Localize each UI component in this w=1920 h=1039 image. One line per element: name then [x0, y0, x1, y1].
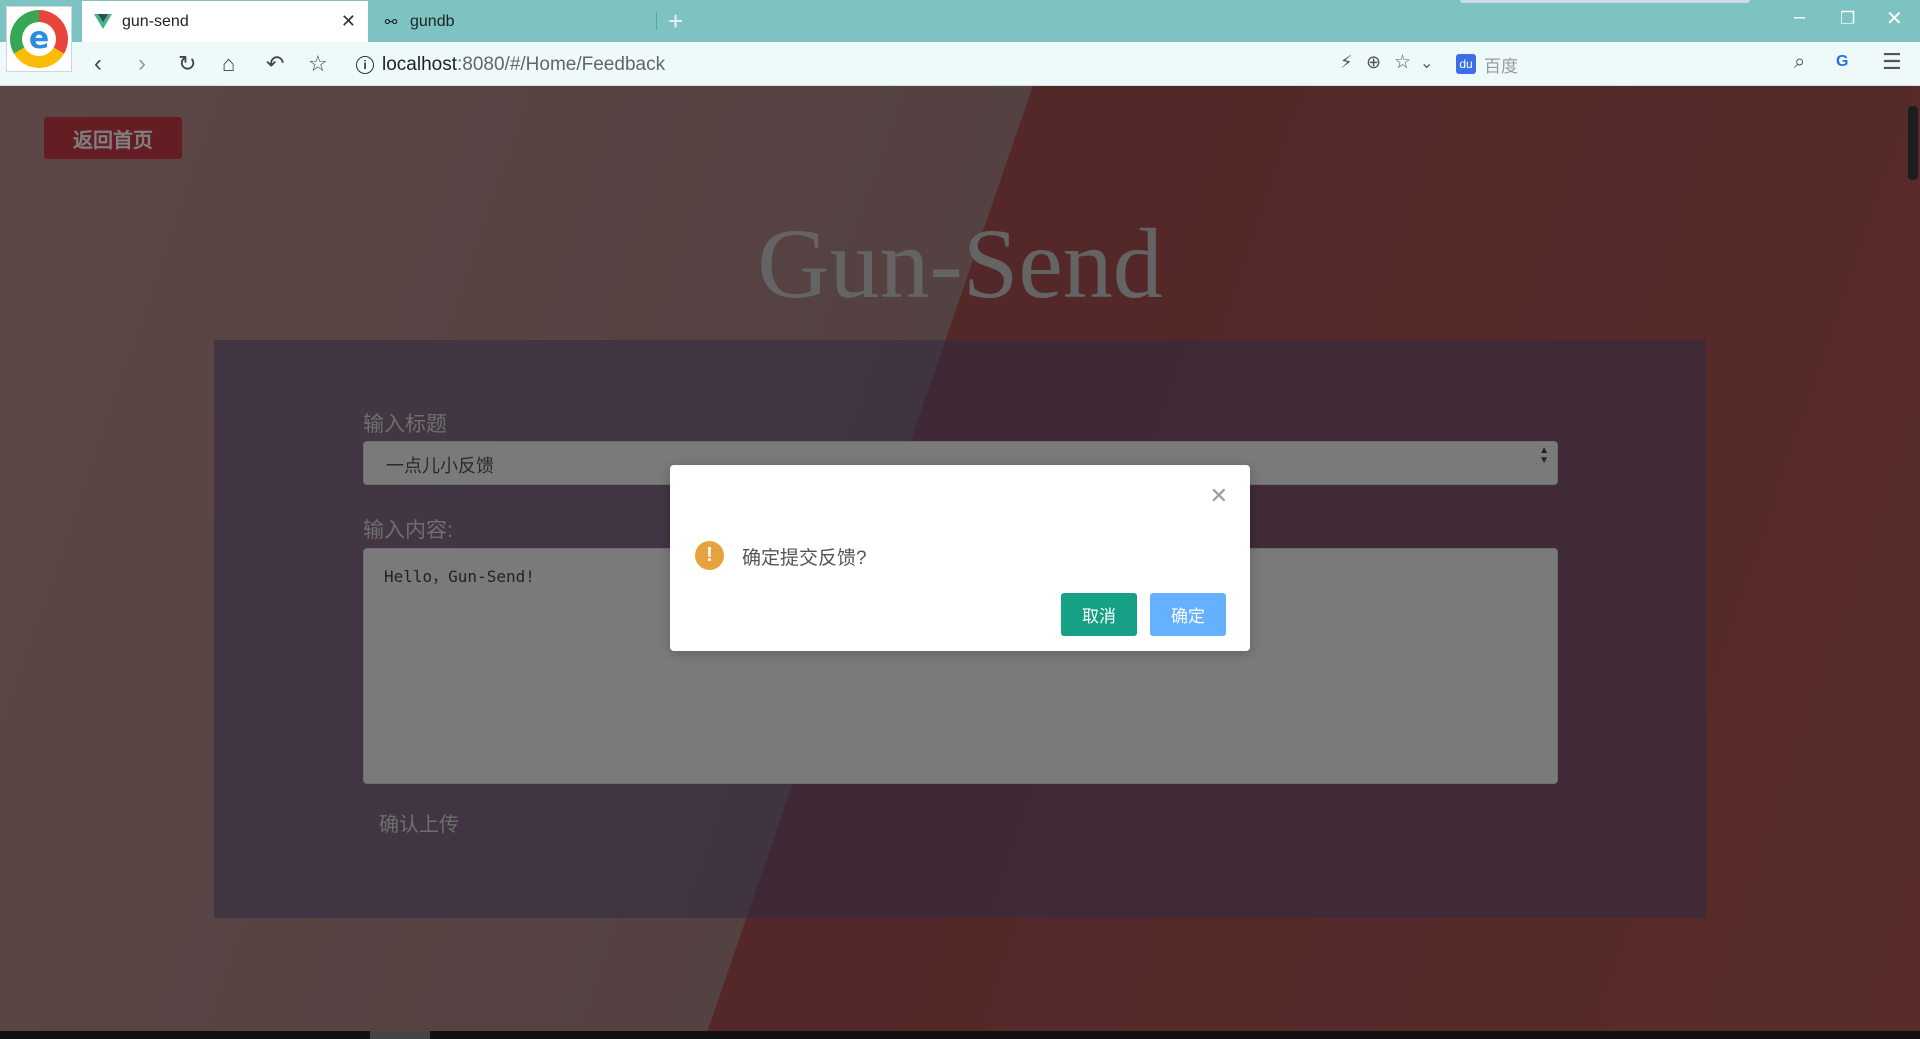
close-tab-icon[interactable]: ✕ [341, 11, 356, 32]
vue-icon [94, 13, 112, 31]
close-icon[interactable]: ✕ [1210, 485, 1228, 507]
taskbar-item[interactable] [370, 1031, 430, 1039]
search-placeholder: 百度 [1484, 56, 1518, 76]
strip-highlight [1460, 0, 1750, 3]
tab-separator [656, 12, 657, 30]
forward-icon[interactable]: › [138, 50, 146, 78]
tab-title: gun-send [122, 12, 189, 30]
warning-icon: ! [695, 541, 724, 570]
url-path: :8080/#/Home/Feedback [457, 54, 666, 75]
dialog-message: 确定提交反馈? [742, 548, 867, 569]
lightning-icon[interactable]: ⚡ [1340, 52, 1353, 73]
tab-gun-send[interactable]: gun-send ✕ [82, 1, 368, 42]
window-close-icon[interactable]: ✕ [1886, 6, 1903, 31]
tab-gundb[interactable]: ⚯ gundb [370, 1, 656, 42]
browser-logo[interactable]: e [6, 6, 72, 72]
new-tab-icon[interactable]: + [668, 6, 683, 37]
tab-strip: gun-send ✕ ⚯ gundb + – ❐ ✕ [0, 0, 1920, 42]
restore-icon[interactable]: ❐ [1840, 9, 1855, 29]
translate-icon[interactable]: G [1836, 53, 1848, 71]
undo-close-icon[interactable]: ↶ [266, 50, 284, 78]
chevron-down-icon[interactable]: ⌄ [1420, 53, 1433, 73]
taskbar [0, 1031, 1920, 1039]
search-box[interactable]: du 百度 [1456, 50, 1826, 78]
bookmark-icon[interactable]: ☆ [308, 50, 328, 78]
home-icon[interactable]: ⌂ [222, 50, 235, 78]
reload-icon[interactable]: ↻ [178, 50, 196, 78]
back-icon[interactable]: ‹ [94, 50, 102, 78]
minimize-icon[interactable]: – [1794, 6, 1805, 29]
address-bar[interactable]: i localhost :8080/#/Home/Feedback [356, 51, 1316, 79]
tab-title: gundb [410, 12, 455, 30]
browser-toolbar: ‹ › ↻ ⌂ ↶ ☆ i localhost :8080/#/Home/Fee… [0, 42, 1920, 86]
cancel-button[interactable]: 取消 [1061, 593, 1137, 636]
confirm-button[interactable]: 确定 [1150, 593, 1226, 636]
search-icon[interactable]: ⌕ [1794, 51, 1805, 74]
baidu-icon: du [1456, 54, 1476, 74]
favorite-star-icon[interactable]: ☆ [1394, 51, 1411, 74]
site-info-icon[interactable]: i [356, 56, 374, 74]
zoom-icon[interactable]: ⊕ [1366, 52, 1381, 73]
menu-icon[interactable]: ☰ [1882, 49, 1902, 75]
url-host: localhost [382, 54, 457, 75]
gundb-icon: ⚯ [384, 13, 398, 31]
confirm-dialog: ✕ ! 确定提交反馈? 取消 确定 [670, 465, 1250, 651]
